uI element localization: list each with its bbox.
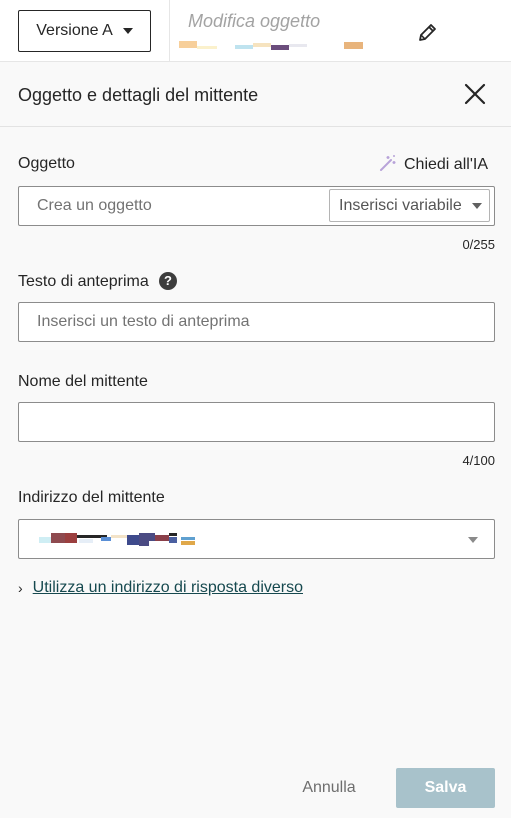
help-icon[interactable]: ?	[159, 272, 177, 290]
save-button[interactable]: Salva	[396, 768, 495, 808]
ask-ai-button[interactable]: Chiedi all'IA	[378, 154, 488, 176]
subject-input[interactable]	[19, 187, 329, 225]
cancel-button[interactable]: Annulla	[286, 768, 372, 808]
chevron-right-icon: ›	[18, 580, 23, 596]
insert-variable-label: Inserisci variabile	[339, 196, 462, 214]
top-bar: Versione A Modifica oggetto	[0, 0, 511, 62]
pencil-icon[interactable]	[416, 20, 440, 44]
ask-ai-label: Chiedi all'IA	[404, 156, 488, 173]
sender-name-label: Nome del mittente	[18, 373, 148, 390]
caret-down-icon	[468, 537, 478, 543]
panel-title: Oggetto e dettagli del mittente	[18, 85, 259, 105]
panel-header: Oggetto e dettagli del mittente	[0, 63, 511, 127]
insert-variable-dropdown[interactable]: Inserisci variabile	[329, 189, 490, 222]
version-dropdown-button[interactable]: Versione A	[18, 10, 151, 52]
preview-text-input[interactable]	[19, 303, 494, 341]
magic-wand-icon	[378, 153, 398, 178]
sender-address-label: Indirizzo del mittente	[18, 489, 165, 506]
sender-name-input[interactable]	[19, 403, 494, 441]
redacted-preview-text	[179, 40, 369, 52]
alternate-reply-address-link[interactable]: › Utilizza un indirizzo di risposta dive…	[18, 578, 303, 598]
redacted-sender-address	[39, 533, 219, 547]
subject-char-counter: 0/255	[462, 237, 495, 252]
sender-name-char-counter: 4/100	[462, 453, 495, 468]
subject-label: Oggetto	[18, 155, 75, 172]
caret-down-icon	[471, 202, 482, 209]
preview-text-field	[18, 302, 495, 342]
reply-link-label: Utilizza un indirizzo di risposta divers…	[32, 579, 303, 596]
version-label: Versione A	[36, 22, 113, 39]
subject-preview[interactable]: Modifica oggetto	[188, 11, 320, 32]
sender-name-field	[18, 402, 495, 442]
divider	[169, 0, 170, 62]
preview-text-label: Testo di anteprima	[18, 273, 149, 290]
close-icon[interactable]	[462, 81, 488, 107]
sender-address-select[interactable]	[18, 519, 495, 559]
caret-down-icon	[122, 28, 133, 34]
